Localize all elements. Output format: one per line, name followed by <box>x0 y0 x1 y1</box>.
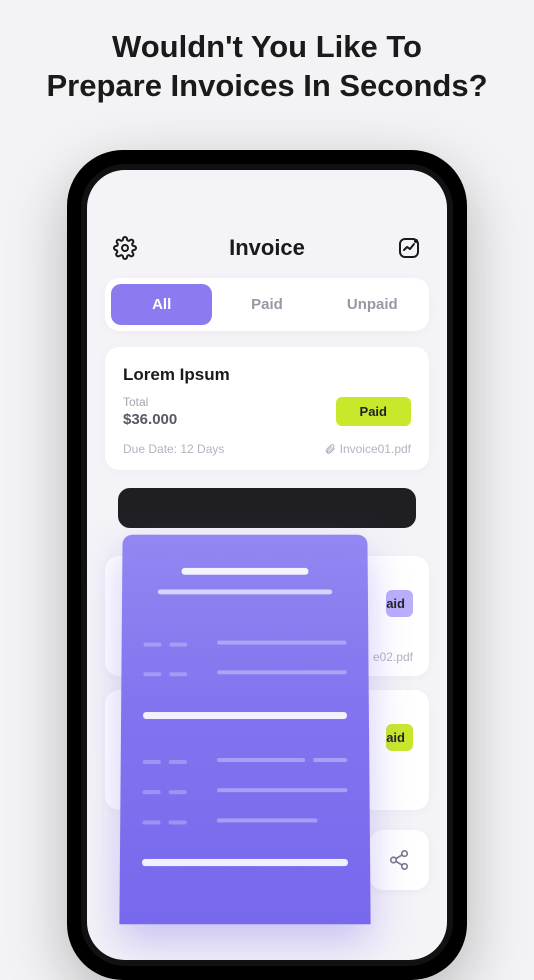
receipt-line <box>169 672 187 676</box>
invoice-file-partial: e02.pdf <box>373 650 413 664</box>
receipt-line <box>143 712 347 719</box>
receipt-line <box>143 760 161 764</box>
receipt-line <box>217 641 346 645</box>
receipt-line <box>182 568 309 575</box>
headline-line-2: Prepare Invoices In Seconds? <box>20 67 514 106</box>
receipt-line <box>142 859 348 866</box>
invoice-attachment[interactable]: Invoice01.pdf <box>324 442 411 456</box>
invoice-due-date: Due Date: 12 Days <box>123 442 224 456</box>
settings-button[interactable] <box>111 234 139 262</box>
invoice-summary-row: Total $36.000 Paid <box>123 395 411 428</box>
app-root: Invoice All Paid Unpaid <box>87 230 447 528</box>
receipt-line <box>217 788 348 792</box>
marketing-headline: Wouldn't You Like To Prepare Invoices In… <box>0 0 534 106</box>
tab-unpaid[interactable]: Unpaid <box>322 284 423 325</box>
status-badge-partial: aid <box>386 724 413 751</box>
filter-tabs: All Paid Unpaid <box>105 278 429 331</box>
phone-screen: Invoice All Paid Unpaid <box>87 170 447 960</box>
receipt-line <box>169 820 187 824</box>
phone-frame: Invoice All Paid Unpaid <box>67 150 467 980</box>
receipt-line <box>169 643 187 647</box>
status-badge: Paid <box>336 397 411 426</box>
receipt-line <box>313 758 347 762</box>
invoice-total-block: Total $36.000 <box>123 395 177 428</box>
invoice-total-value: $36.000 <box>123 411 177 428</box>
receipt-illustration <box>119 535 370 925</box>
app-topbar: Invoice <box>105 230 429 278</box>
receipt-line <box>217 758 305 762</box>
receipt-line <box>158 589 332 594</box>
share-button[interactable] <box>369 830 429 890</box>
printer-slot <box>118 488 416 528</box>
headline-line-1: Wouldn't You Like To <box>20 28 514 67</box>
receipt-line <box>217 670 347 674</box>
receipt-line <box>169 760 187 764</box>
gear-icon <box>113 236 137 260</box>
receipt-line <box>217 818 318 822</box>
receipt-line <box>142 820 160 824</box>
paperclip-icon <box>324 443 336 455</box>
tab-all[interactable]: All <box>111 284 212 325</box>
page-title: Invoice <box>229 235 305 261</box>
invoice-total-label: Total <box>123 395 177 409</box>
phone-bezel: Invoice All Paid Unpaid <box>81 164 453 966</box>
receipt-line <box>143 790 161 794</box>
invoice-footer: Due Date: 12 Days Invoice01.pdf <box>123 442 411 456</box>
invoice-card[interactable]: Lorem Ipsum Total $36.000 Paid Due Date:… <box>105 347 429 470</box>
receipt-line <box>144 643 162 647</box>
analytics-button[interactable] <box>395 234 423 262</box>
receipt-line <box>143 672 161 676</box>
share-icon <box>388 849 410 871</box>
invoice-file-name: Invoice01.pdf <box>340 442 411 456</box>
receipt-line <box>169 790 187 794</box>
chart-icon <box>397 236 421 260</box>
status-badge-partial: aid <box>386 590 413 617</box>
tab-paid[interactable]: Paid <box>216 284 317 325</box>
invoice-client-name: Lorem Ipsum <box>123 365 411 385</box>
